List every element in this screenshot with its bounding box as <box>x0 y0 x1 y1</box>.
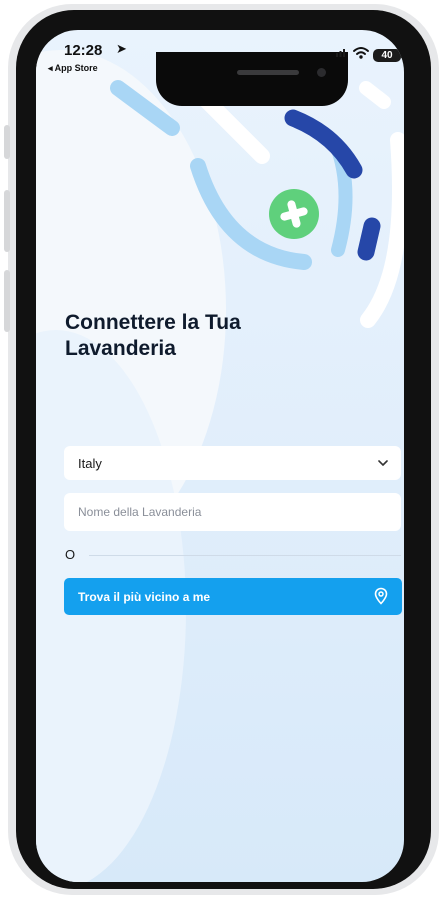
status-time: 12:28 <box>64 42 103 59</box>
phone-button-silent <box>4 125 10 159</box>
find-nearest-label: Trova il più vicino a me <box>78 590 211 604</box>
phone-button-volume-up <box>4 190 10 252</box>
app-screen: 12:28 ➤ ◂ App Store 40 Connettere la Tua… <box>36 30 404 882</box>
country-select-value: Italy <box>78 456 102 471</box>
divider-line <box>89 555 401 556</box>
find-nearest-button[interactable]: Trova il più vicino a me <box>64 578 402 615</box>
title-line-1: Connettere la Tua <box>65 311 241 334</box>
speaker <box>237 70 299 75</box>
phone-notch <box>156 52 348 106</box>
battery-tip <box>401 53 403 58</box>
phone-button-volume-down <box>4 270 10 332</box>
wifi-icon <box>353 47 369 59</box>
location-arrow-icon: ➤ <box>116 41 127 56</box>
country-select[interactable]: Italy <box>64 446 401 480</box>
green-plus-logo <box>269 189 319 239</box>
camera <box>317 68 326 77</box>
or-divider: O <box>65 547 403 563</box>
battery-icon: 40 <box>373 49 401 62</box>
or-label: O <box>65 547 76 562</box>
laundry-name-input[interactable] <box>64 493 401 531</box>
back-to-app-store-link[interactable]: ◂ App Store <box>48 63 98 74</box>
title-line-2: Lavanderia <box>65 337 176 360</box>
location-pin-icon <box>374 587 388 605</box>
cellular-signal-icon <box>336 49 345 57</box>
page-title: Connettere la Tua Lavanderia <box>65 310 345 362</box>
chevron-down-icon <box>378 460 388 466</box>
